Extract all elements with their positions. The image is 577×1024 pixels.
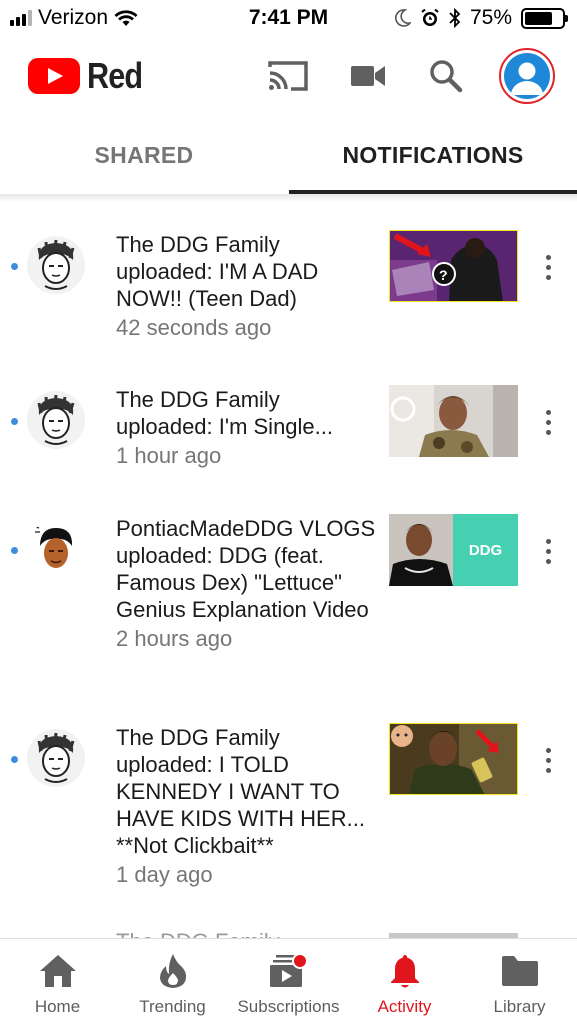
youtube-red-logo[interactable]: Red xyxy=(28,55,152,97)
account-avatar-button[interactable] xyxy=(499,48,555,104)
battery-icon xyxy=(521,7,568,29)
upload-video-button[interactable] xyxy=(346,54,390,98)
notification-text: The DDG Family uploaded: I'm Single... 1… xyxy=(116,386,378,469)
bell-icon xyxy=(390,955,419,988)
thumbnail-image: ? xyxy=(389,230,518,302)
video-thumbnail[interactable]: ? xyxy=(389,230,518,302)
notification-time: 1 hour ago xyxy=(116,443,222,468)
unread-dot xyxy=(11,418,18,425)
flame-icon xyxy=(159,954,186,988)
nav-home-label: Home xyxy=(34,997,81,1016)
nav-library[interactable]: Library xyxy=(462,939,577,1024)
camera-icon xyxy=(351,66,385,86)
thumbnail-badge: DDG xyxy=(468,541,503,559)
more-options-button[interactable] xyxy=(538,740,558,780)
nav-activity[interactable]: Activity xyxy=(347,939,462,1024)
channel-avatar xyxy=(27,729,85,787)
video-thumbnail[interactable] xyxy=(389,723,518,795)
thumbnail-image xyxy=(389,385,518,457)
alarm-icon xyxy=(421,8,439,26)
tab-shared[interactable]: SHARED xyxy=(0,118,288,192)
search-icon xyxy=(430,60,463,93)
person-icon xyxy=(511,62,543,95)
more-options-button[interactable] xyxy=(538,402,558,442)
channel-avatar xyxy=(27,391,85,449)
cartoon-avatar-icon xyxy=(27,520,85,578)
channel-avatar xyxy=(27,520,85,578)
cast-button[interactable] xyxy=(266,54,310,98)
nav-trending-label: Trending xyxy=(139,997,206,1016)
channel-avatar xyxy=(27,236,85,294)
video-thumbnail[interactable]: DDG xyxy=(389,514,518,586)
notification-title-partial: The DDG Family xyxy=(116,928,378,938)
tabs-bar: SHARED NOTIFICATIONS xyxy=(0,118,577,196)
video-thumbnail[interactable] xyxy=(389,385,518,457)
tab-notifications[interactable]: NOTIFICATIONS xyxy=(289,118,577,192)
logo-text: Red xyxy=(87,55,143,96)
bottom-navigation: Home Trending Subscriptions Activity Lib… xyxy=(0,938,577,1024)
subscriptions-icon xyxy=(269,953,308,987)
status-bar: Verizon 7:41 PM 75% xyxy=(0,0,577,38)
nav-activity-label: Activity xyxy=(377,997,432,1016)
notification-item-partial[interactable]: The DDG Family xyxy=(0,926,577,938)
nav-subscriptions-label: Subscriptions xyxy=(237,997,340,1016)
battery-percentage: 75% xyxy=(469,6,512,29)
svg-text:?: ? xyxy=(439,267,448,283)
unread-dot xyxy=(11,547,18,554)
notification-title: The DDG Family uploaded: I'M A DAD NOW!!… xyxy=(116,232,319,311)
notification-title: The DDG Family uploaded: I'm Single... xyxy=(116,387,334,439)
bluetooth-icon xyxy=(449,8,461,28)
app-header: Red xyxy=(0,38,577,110)
unread-dot xyxy=(11,263,18,270)
cartoon-avatar-icon xyxy=(37,239,75,290)
unread-dot xyxy=(11,756,18,763)
home-icon xyxy=(39,955,76,987)
notification-time: 1 day ago xyxy=(116,862,213,887)
cartoon-avatar-icon xyxy=(37,394,75,445)
nav-library-label: Library xyxy=(493,997,546,1016)
notification-text: The DDG Family uploaded: I'M A DAD NOW!!… xyxy=(116,231,378,341)
status-right: 75% xyxy=(395,6,568,30)
notification-title: PontiacMadeDDG VLOGS uploaded: DDG (feat… xyxy=(116,516,376,622)
cartoon-avatar-icon xyxy=(37,732,75,783)
notification-text: PontiacMadeDDG VLOGS uploaded: DDG (feat… xyxy=(116,515,378,652)
folder-icon xyxy=(501,956,538,986)
cast-icon xyxy=(268,61,308,91)
search-button[interactable] xyxy=(424,54,468,98)
thumbnail-image xyxy=(389,723,518,795)
moon-icon xyxy=(395,9,411,27)
notification-time: 2 hours ago xyxy=(116,626,233,651)
tabs-divider xyxy=(0,194,577,202)
nav-trending[interactable]: Trending xyxy=(115,939,230,1024)
youtube-play-icon xyxy=(28,58,80,94)
nav-home[interactable]: Home xyxy=(0,939,115,1024)
nav-subscriptions[interactable]: Subscriptions xyxy=(230,939,347,1024)
notification-title: The DDG Family uploaded: I TOLD KENNEDY … xyxy=(116,725,365,858)
notification-time: 42 seconds ago xyxy=(116,315,272,340)
more-options-button[interactable] xyxy=(538,247,558,287)
account-avatar xyxy=(504,53,550,99)
more-options-button[interactable] xyxy=(538,531,558,571)
notification-text: The DDG Family uploaded: I TOLD KENNEDY … xyxy=(116,724,378,888)
